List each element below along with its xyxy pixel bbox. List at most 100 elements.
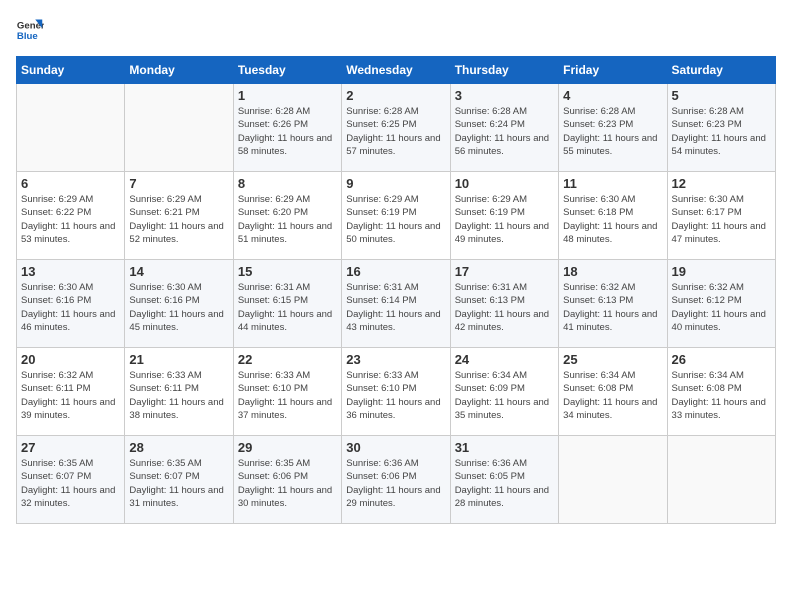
day-number: 3 — [455, 88, 554, 103]
day-of-week-header: Monday — [125, 57, 233, 84]
calendar-cell: 9 Sunrise: 6:29 AM Sunset: 6:19 PM Daylig… — [342, 172, 450, 260]
day-number: 28 — [129, 440, 228, 455]
calendar-cell: 26 Sunrise: 6:34 AM Sunset: 6:08 PM Dayli… — [667, 348, 775, 436]
day-number: 24 — [455, 352, 554, 367]
calendar-table: SundayMondayTuesdayWednesdayThursdayFrid… — [16, 56, 776, 524]
day-info: Sunrise: 6:28 AM Sunset: 6:26 PM Dayligh… — [238, 105, 337, 158]
calendar-cell: 29Sunrise: 6:35 AM Sunset: 6:06 PM Dayli… — [233, 436, 341, 524]
page-header: General Blue — [16, 16, 776, 44]
calendar-cell — [559, 436, 667, 524]
day-info: Sunrise: 6:34 AM Sunset: 6:08 PM Dayligh… — [672, 369, 771, 422]
day-number: 11 — [563, 176, 662, 191]
day-number: 25 — [563, 352, 662, 367]
day-info: Sunrise: 6:29 AM Sunset: 6:19 PM Dayligh… — [346, 193, 445, 246]
calendar-week-row: 20Sunrise: 6:32 AM Sunset: 6:11 PM Dayli… — [17, 348, 776, 436]
calendar-cell: 28 Sunrise: 6:35 AM Sunset: 6:07 PM Dayli… — [125, 436, 233, 524]
day-number: 15 — [238, 264, 337, 279]
calendar-cell: 15 Sunrise: 6:31 AM Sunset: 6:15 PM Dayli… — [233, 260, 341, 348]
day-number: 18 — [563, 264, 662, 279]
calendar-cell: 23 Sunrise: 6:33 AM Sunset: 6:10 PM Dayli… — [342, 348, 450, 436]
day-info: Sunrise: 6:35 AM Sunset: 6:07 PM Dayligh… — [129, 457, 228, 510]
day-number: 9 — [346, 176, 445, 191]
day-number: 29 — [238, 440, 337, 455]
calendar-cell: 18 Sunrise: 6:32 AM Sunset: 6:13 PM Dayli… — [559, 260, 667, 348]
svg-text:Blue: Blue — [17, 31, 38, 42]
calendar-cell: 27 Sunrise: 6:35 AM Sunset: 6:07 PM Dayli… — [17, 436, 125, 524]
calendar-cell: 20Sunrise: 6:32 AM Sunset: 6:11 PM Dayli… — [17, 348, 125, 436]
day-info: Sunrise: 6:33 AM Sunset: 6:10 PM Dayligh… — [238, 369, 337, 422]
day-number: 16 — [346, 264, 445, 279]
calendar-cell: 22 Sunrise: 6:33 AM Sunset: 6:10 PM Dayli… — [233, 348, 341, 436]
day-info: Sunrise: 6:32 AM Sunset: 6:13 PM Dayligh… — [563, 281, 662, 334]
calendar-cell: 19 Sunrise: 6:32 AM Sunset: 6:12 PM Dayli… — [667, 260, 775, 348]
day-number: 27 — [21, 440, 120, 455]
day-number: 7 — [129, 176, 228, 191]
day-number: 21 — [129, 352, 228, 367]
day-info: Sunrise: 6:35 AM Sunset: 6:07 PM Dayligh… — [21, 457, 120, 510]
day-info: Sunrise: 6:34 AM Sunset: 6:08 PM Dayligh… — [563, 369, 662, 422]
day-info: Sunrise: 6:28 AM Sunset: 6:25 PM Dayligh… — [346, 105, 445, 158]
day-info: Sunrise: 6:29 AM Sunset: 6:21 PM Dayligh… — [129, 193, 228, 246]
day-info: Sunrise: 6:31 AM Sunset: 6:15 PM Dayligh… — [238, 281, 337, 334]
day-number: 8 — [238, 176, 337, 191]
calendar-cell: 25 Sunrise: 6:34 AM Sunset: 6:08 PM Dayli… — [559, 348, 667, 436]
day-info: Sunrise: 6:30 AM Sunset: 6:16 PM Dayligh… — [21, 281, 120, 334]
calendar-cell: 12 Sunrise: 6:30 AM Sunset: 6:17 PM Dayli… — [667, 172, 775, 260]
logo: General Blue — [16, 16, 48, 44]
calendar-cell: 11 Sunrise: 6:30 AM Sunset: 6:18 PM Dayli… — [559, 172, 667, 260]
calendar-cell — [667, 436, 775, 524]
day-number: 14 — [129, 264, 228, 279]
calendar-week-row: 13 Sunrise: 6:30 AM Sunset: 6:16 PM Dayli… — [17, 260, 776, 348]
calendar-cell: 31Sunrise: 6:36 AM Sunset: 6:05 PM Dayli… — [450, 436, 558, 524]
day-info: Sunrise: 6:32 AM Sunset: 6:11 PM Dayligh… — [21, 369, 120, 422]
calendar-header-row: SundayMondayTuesdayWednesdayThursdayFrid… — [17, 57, 776, 84]
day-of-week-header: Wednesday — [342, 57, 450, 84]
day-info: Sunrise: 6:28 AM Sunset: 6:23 PM Dayligh… — [672, 105, 771, 158]
day-number: 22 — [238, 352, 337, 367]
day-info: Sunrise: 6:29 AM Sunset: 6:20 PM Dayligh… — [238, 193, 337, 246]
day-info: Sunrise: 6:30 AM Sunset: 6:16 PM Dayligh… — [129, 281, 228, 334]
calendar-cell: 6Sunrise: 6:29 AM Sunset: 6:22 PM Daylig… — [17, 172, 125, 260]
calendar-cell: 14 Sunrise: 6:30 AM Sunset: 6:16 PM Dayli… — [125, 260, 233, 348]
day-number: 4 — [563, 88, 662, 103]
calendar-week-row: 27 Sunrise: 6:35 AM Sunset: 6:07 PM Dayli… — [17, 436, 776, 524]
day-info: Sunrise: 6:31 AM Sunset: 6:14 PM Dayligh… — [346, 281, 445, 334]
logo-icon: General Blue — [16, 16, 44, 44]
day-of-week-header: Tuesday — [233, 57, 341, 84]
day-info: Sunrise: 6:28 AM Sunset: 6:24 PM Dayligh… — [455, 105, 554, 158]
day-number: 19 — [672, 264, 771, 279]
calendar-cell: 4 Sunrise: 6:28 AM Sunset: 6:23 PM Daylig… — [559, 84, 667, 172]
day-info: Sunrise: 6:36 AM Sunset: 6:06 PM Dayligh… — [346, 457, 445, 510]
calendar-cell: 2Sunrise: 6:28 AM Sunset: 6:25 PM Daylig… — [342, 84, 450, 172]
day-info: Sunrise: 6:34 AM Sunset: 6:09 PM Dayligh… — [455, 369, 554, 422]
day-number: 17 — [455, 264, 554, 279]
day-number: 13 — [21, 264, 120, 279]
calendar-cell — [17, 84, 125, 172]
calendar-cell: 21Sunrise: 6:33 AM Sunset: 6:11 PM Dayli… — [125, 348, 233, 436]
day-info: Sunrise: 6:30 AM Sunset: 6:18 PM Dayligh… — [563, 193, 662, 246]
day-info: Sunrise: 6:30 AM Sunset: 6:17 PM Dayligh… — [672, 193, 771, 246]
day-number: 23 — [346, 352, 445, 367]
calendar-cell: 3 Sunrise: 6:28 AM Sunset: 6:24 PM Daylig… — [450, 84, 558, 172]
calendar-cell: 13 Sunrise: 6:30 AM Sunset: 6:16 PM Dayli… — [17, 260, 125, 348]
day-number: 12 — [672, 176, 771, 191]
calendar-cell — [125, 84, 233, 172]
calendar-cell: 10Sunrise: 6:29 AM Sunset: 6:19 PM Dayli… — [450, 172, 558, 260]
calendar-cell: 17Sunrise: 6:31 AM Sunset: 6:13 PM Dayli… — [450, 260, 558, 348]
calendar-week-row: 6Sunrise: 6:29 AM Sunset: 6:22 PM Daylig… — [17, 172, 776, 260]
calendar-week-row: 1Sunrise: 6:28 AM Sunset: 6:26 PM Daylig… — [17, 84, 776, 172]
calendar-cell: 24 Sunrise: 6:34 AM Sunset: 6:09 PM Dayli… — [450, 348, 558, 436]
calendar-cell: 30 Sunrise: 6:36 AM Sunset: 6:06 PM Dayli… — [342, 436, 450, 524]
day-number: 30 — [346, 440, 445, 455]
calendar-cell: 5 Sunrise: 6:28 AM Sunset: 6:23 PM Daylig… — [667, 84, 775, 172]
calendar-cell: 7 Sunrise: 6:29 AM Sunset: 6:21 PM Daylig… — [125, 172, 233, 260]
day-info: Sunrise: 6:33 AM Sunset: 6:10 PM Dayligh… — [346, 369, 445, 422]
day-of-week-header: Friday — [559, 57, 667, 84]
day-number: 26 — [672, 352, 771, 367]
day-number: 6 — [21, 176, 120, 191]
day-info: Sunrise: 6:32 AM Sunset: 6:12 PM Dayligh… — [672, 281, 771, 334]
day-number: 5 — [672, 88, 771, 103]
day-info: Sunrise: 6:28 AM Sunset: 6:23 PM Dayligh… — [563, 105, 662, 158]
day-number: 10 — [455, 176, 554, 191]
day-number: 31 — [455, 440, 554, 455]
